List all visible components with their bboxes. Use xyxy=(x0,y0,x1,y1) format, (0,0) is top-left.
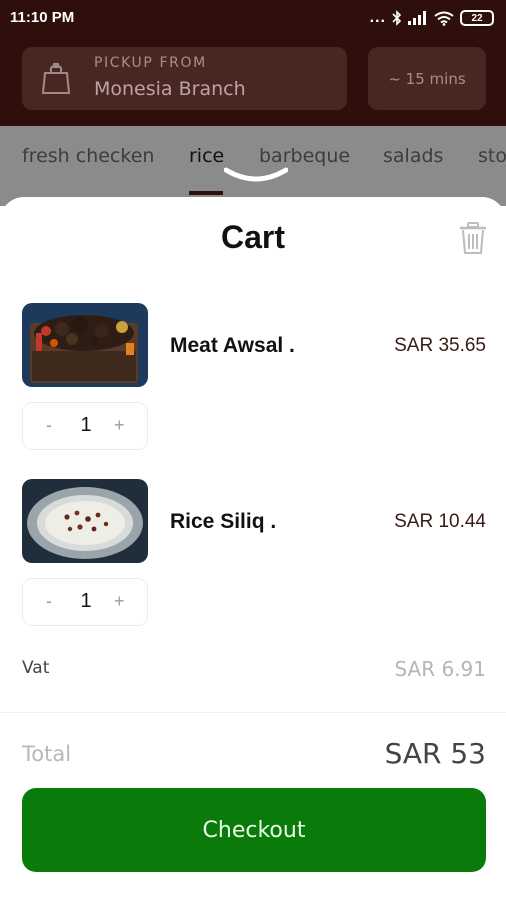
status-icons: ... 22 xyxy=(370,8,494,28)
more-dots-icon: ... xyxy=(369,9,386,26)
quantity-stepper: - 1 + xyxy=(22,578,148,626)
cart-item-name: Meat Awsal . xyxy=(170,334,295,357)
total-label: Total xyxy=(22,742,72,766)
cart-title: Cart xyxy=(220,219,285,255)
bluetooth-icon xyxy=(392,10,402,26)
pickup-time-estimate[interactable]: ~ 15 mins xyxy=(368,47,486,110)
increase-quantity-button[interactable]: + xyxy=(114,415,125,436)
quantity-stepper: - 1 + xyxy=(22,402,148,450)
cell-signal-icon xyxy=(408,11,426,25)
app-header: 11:10 PM ... 22 PICKUP FROM Monesia Bran… xyxy=(0,0,506,126)
tab-fresh-checken[interactable]: fresh checken xyxy=(22,145,154,167)
eta-text: ~ 15 mins xyxy=(388,69,466,88)
tab-salads[interactable]: salads xyxy=(383,145,443,167)
battery-level: 22 xyxy=(471,12,483,24)
meat-awsal-image xyxy=(22,303,148,387)
quantity-value: 1 xyxy=(80,590,92,612)
vat-label: Vat xyxy=(22,658,50,678)
pickup-branch-selector[interactable]: PICKUP FROM Monesia Branch xyxy=(22,47,347,110)
wifi-icon xyxy=(434,11,454,26)
total-value: SAR 53 xyxy=(384,737,486,770)
rice-dish-photo xyxy=(22,479,148,563)
pickup-from-label: PICKUP FROM xyxy=(94,55,207,71)
trash-icon[interactable] xyxy=(458,221,488,255)
cart-item-price: SAR 35.65 xyxy=(394,335,486,356)
meat-dish-photo xyxy=(22,303,148,387)
cart-item-name: Rice Siliq . xyxy=(170,510,277,533)
shopping-bag-icon xyxy=(42,63,70,94)
cart-sheet: Cart Meat Awsal . SAR 35.65 - 1 + Rice S… xyxy=(0,197,506,900)
branch-name: Monesia Branch xyxy=(94,78,246,100)
battery-icon: 22 xyxy=(460,10,494,26)
quantity-value: 1 xyxy=(80,414,92,436)
tab-rice[interactable]: rice xyxy=(189,145,224,167)
summary-divider xyxy=(0,712,506,713)
cart-item-price: SAR 10.44 xyxy=(394,511,486,532)
active-tab-indicator xyxy=(189,191,223,195)
status-bar: 11:10 PM ... 22 xyxy=(0,0,506,36)
increase-quantity-button[interactable]: + xyxy=(114,591,125,612)
tab-sto[interactable]: sto xyxy=(478,145,506,167)
checkout-button[interactable]: Checkout xyxy=(22,788,486,872)
rice-siliq-image xyxy=(22,479,148,563)
sheet-collapse-chevron-icon[interactable] xyxy=(224,164,288,186)
vat-value: SAR 6.91 xyxy=(394,657,486,681)
status-time: 11:10 PM xyxy=(10,9,75,26)
